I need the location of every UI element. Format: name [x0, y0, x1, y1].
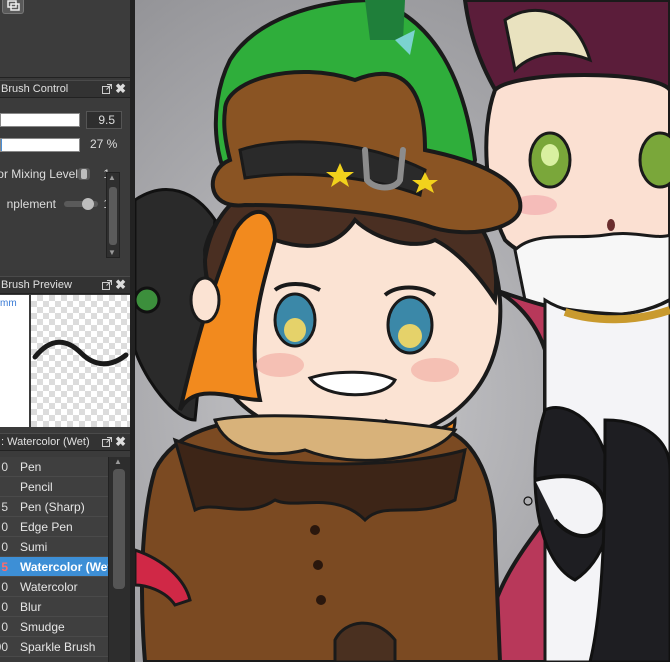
list-item[interactable]: 0 Pen: [0, 457, 108, 477]
brush-size: 0: [1, 600, 8, 614]
brush-name: Sparkle Brush: [20, 640, 96, 654]
brush-size-row: 9.5: [0, 111, 130, 129]
close-icon[interactable]: ✖: [115, 278, 126, 292]
brush-name: Edge Pen: [20, 520, 73, 534]
preview-size-column: mm: [0, 295, 29, 427]
brush-size: 0: [1, 460, 8, 474]
scroll-thumb[interactable]: [109, 187, 117, 245]
panel-title: Brush Preview: [1, 279, 72, 291]
complement-toggle[interactable]: [64, 198, 98, 210]
brush-name: Watercolor (Wet): [20, 560, 116, 574]
list-item[interactable]: 5 Pen (Sharp): [0, 497, 108, 517]
brush-size: 0: [1, 540, 8, 554]
list-item[interactable]: 0 Watercolor: [0, 577, 108, 597]
brush-name: Sumi: [20, 540, 48, 554]
popout-icon[interactable]: [102, 280, 112, 290]
brush-size: 000: [0, 640, 8, 654]
brush-name: Blur: [20, 600, 42, 614]
brush-list: 0 Pen Pencil 5 Pen (Sharp) 0 Edge Pen 0 Sumi…: [0, 457, 115, 657]
complement-label: nplement: [6, 197, 56, 211]
brush-size: 0: [1, 520, 8, 534]
scroll-down-icon[interactable]: ▼: [108, 248, 116, 257]
popout-icon[interactable]: [102, 84, 112, 94]
brush-size-value[interactable]: 9.5: [86, 111, 122, 129]
preview-stroke: [32, 339, 129, 367]
brush-list-scrollbar[interactable]: ▲: [108, 457, 130, 662]
close-icon[interactable]: ✖: [115, 82, 126, 96]
panel-title: : Watercolor (Wet): [1, 436, 90, 448]
top-toolbar: [0, 0, 130, 78]
opacity-row: 27 %: [0, 136, 130, 154]
layer-toggle-button[interactable]: [2, 0, 24, 14]
brush-name: Smudge: [20, 620, 65, 634]
artwork-illustration: [135, 0, 670, 662]
brush-size: 5: [1, 500, 8, 514]
brush-preview-header: Brush Preview ✖: [0, 276, 130, 294]
layers-icon: [7, 0, 20, 11]
panel-title: Brush Control: [1, 83, 69, 95]
left-panel-column: Brush Control ✖ 9.5 27 % or Mixing Level…: [0, 0, 135, 662]
brush-preview-panel: Brush Preview ✖ mm: [0, 276, 130, 430]
color-mixing-knob[interactable]: [78, 168, 90, 180]
list-item[interactable]: 0 Smudge: [0, 617, 108, 637]
preview-unit: mm: [0, 298, 17, 309]
brush-control-panel: Brush Control ✖ 9.5 27 % or Mixing Level…: [0, 80, 130, 270]
scroll-up-icon[interactable]: ▲: [114, 457, 122, 466]
brush-list-header: : Watercolor (Wet) ✖: [0, 433, 130, 451]
close-icon[interactable]: ✖: [115, 435, 126, 449]
opacity-value: 27 %: [90, 137, 118, 151]
brush-size: 0: [1, 580, 8, 594]
list-item[interactable]: 0 Edge Pen: [0, 517, 108, 537]
popout-icon[interactable]: [102, 437, 112, 447]
preview-stroke-area: [31, 295, 130, 427]
brush-size-slider[interactable]: [0, 113, 80, 127]
scroll-thumb[interactable]: [113, 469, 125, 589]
brush-control-scrollbar[interactable]: ▲ ▼: [106, 172, 120, 258]
opacity-fill: [1, 139, 2, 151]
list-item[interactable]: 0 Blur: [0, 597, 108, 617]
opacity-slider[interactable]: [0, 138, 80, 152]
drawing-canvas[interactable]: [135, 0, 670, 662]
list-item-selected[interactable]: 5 Watercolor (Wet): [0, 557, 115, 577]
list-item[interactable]: Pencil: [0, 477, 108, 497]
list-item[interactable]: 000 Sparkle Brush: [0, 637, 108, 657]
color-mixing-row: or Mixing Level 1: [0, 165, 110, 183]
brush-control-header: Brush Control ✖: [0, 80, 130, 98]
complement-row: nplement 1: [0, 195, 110, 213]
brush-name: Pen: [20, 460, 42, 474]
brush-size: 5: [1, 560, 8, 574]
brush-size: 0: [1, 620, 8, 634]
brush-name: Watercolor: [20, 580, 78, 594]
color-mixing-label: or Mixing Level: [0, 167, 78, 181]
list-item[interactable]: 0 Sumi: [0, 537, 108, 557]
scroll-up-icon[interactable]: ▲: [108, 173, 116, 182]
brush-name: Pencil: [20, 480, 53, 494]
brush-list-panel: : Watercolor (Wet) ✖ 0 Pen Pencil 5 Pen (S…: [0, 433, 130, 662]
brush-name: Pen (Sharp): [20, 500, 85, 514]
